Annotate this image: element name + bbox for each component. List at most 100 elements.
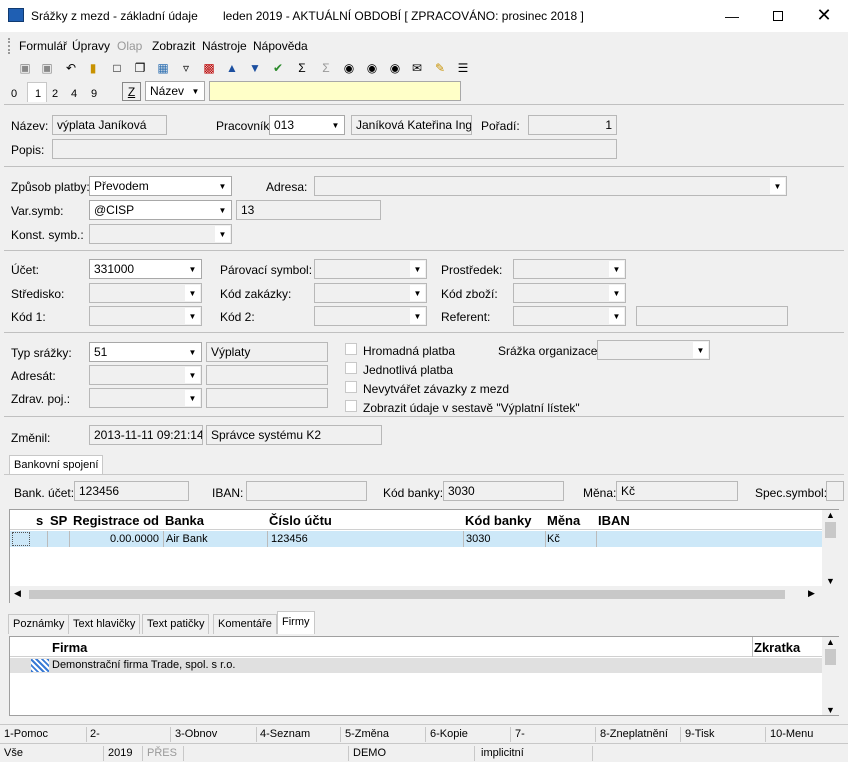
typ-srazky-select[interactable]: 51 ▼: [89, 342, 202, 362]
adresat-select[interactable]: ▼: [89, 365, 202, 385]
col-registrace-od[interactable]: Registrace od: [73, 513, 159, 528]
spec-symbol-field[interactable]: [826, 481, 844, 501]
top-tab-4[interactable]: 4: [71, 88, 77, 100]
tab-firmy[interactable]: Firmy: [277, 611, 315, 634]
col-iban[interactable]: IBAN: [598, 513, 630, 528]
menu-upravy[interactable]: Úpravy: [72, 39, 110, 53]
parovaci-symbol-select[interactable]: ▼: [314, 259, 427, 279]
bank-table-vscroll[interactable]: ▲ ▼: [822, 510, 839, 586]
zpusob-platby-select[interactable]: Převodem ▼: [89, 176, 232, 196]
nevytvaret-zavazky-checkbox[interactable]: [345, 381, 357, 393]
row-selector[interactable]: [12, 532, 30, 546]
sigma-disabled-icon[interactable]: Σ: [318, 60, 334, 76]
filter-icon[interactable]: ▿: [178, 60, 194, 76]
zobrazit-udaje-checkbox[interactable]: [345, 400, 357, 412]
filter-search-input[interactable]: [209, 81, 461, 101]
tab-text-paticky[interactable]: Text patičky: [142, 614, 210, 634]
poradi-field[interactable]: 1: [528, 115, 617, 135]
scroll-down-icon[interactable]: ▼: [822, 705, 839, 715]
fkey-7[interactable]: 7-: [515, 728, 525, 740]
table-row[interactable]: 0.00.0000 Air Bank 123456 3030 Kč: [10, 531, 822, 547]
bank-ucet-field[interactable]: 123456: [74, 481, 189, 501]
fkey-9[interactable]: 9-Tisk: [685, 728, 715, 740]
filter-document-icon[interactable]: ▩: [201, 60, 217, 76]
copy-icon[interactable]: ❐: [132, 60, 148, 76]
pracovnik-select[interactable]: 013 ▼: [269, 115, 345, 135]
filter-field-select[interactable]: Název ▼: [145, 81, 205, 101]
referent-select[interactable]: ▼: [513, 306, 626, 326]
arrow-down-icon[interactable]: ▼: [247, 60, 263, 76]
zdrav-poj-select[interactable]: ▼: [89, 388, 202, 408]
kod-banky-field[interactable]: 3030: [443, 481, 564, 501]
ucet-select[interactable]: 331000 ▼: [89, 259, 202, 279]
srazka-organizace-select[interactable]: ▼: [597, 340, 710, 360]
scroll-left-icon[interactable]: ◀: [14, 588, 21, 599]
fkey-8[interactable]: 8-Zneplatnění: [600, 728, 668, 740]
scroll-right-icon[interactable]: ▶: [808, 588, 815, 599]
menu-napoveda[interactable]: Nápověda: [253, 39, 308, 53]
col-mena[interactable]: Měna: [547, 513, 580, 528]
col-banka[interactable]: Banka: [165, 513, 204, 528]
top-tab-2[interactable]: 2: [52, 88, 58, 100]
tab-bankovni-spojeni[interactable]: Bankovní spojení: [9, 455, 104, 475]
scroll-down-icon[interactable]: ▼: [822, 576, 839, 586]
fkey-10[interactable]: 10-Menu: [770, 728, 813, 740]
save-as-icon[interactable]: ▣: [39, 60, 55, 76]
undo-icon[interactable]: ↶: [63, 60, 79, 76]
menu-formular[interactable]: Formulář: [19, 39, 67, 53]
sigma-icon[interactable]: Σ: [294, 60, 310, 76]
menu-olap[interactable]: Olap: [117, 39, 142, 53]
top-tab-1[interactable]: 1: [27, 82, 47, 102]
new-document-icon[interactable]: □: [109, 60, 125, 76]
stredisko-select[interactable]: ▼: [89, 283, 202, 303]
binoculars-edit-icon[interactable]: ◉: [387, 60, 403, 76]
fkey-3[interactable]: 3-Obnov: [175, 728, 217, 740]
col-firma[interactable]: Firma: [52, 640, 87, 655]
book-icon[interactable]: ▦: [155, 60, 171, 76]
kod2-select[interactable]: ▼: [314, 306, 427, 326]
scroll-thumb[interactable]: [29, 590, 785, 599]
z-button[interactable]: Z: [122, 82, 141, 101]
prostredek-select[interactable]: ▼: [513, 259, 626, 279]
top-tab-9[interactable]: 9: [91, 88, 97, 100]
tab-komentare[interactable]: Komentáře: [213, 614, 277, 634]
binoculars-next-icon[interactable]: ◉: [364, 60, 380, 76]
varsymb-select[interactable]: @CISP ▼: [89, 200, 232, 220]
fkey-4[interactable]: 4-Seznam: [260, 728, 310, 740]
close-button[interactable]: ✕: [801, 0, 847, 31]
col-s[interactable]: s: [36, 513, 43, 528]
scroll-thumb[interactable]: [825, 522, 836, 538]
fkey-2[interactable]: 2-: [90, 728, 100, 740]
fkey-5[interactable]: 5-Změna: [345, 728, 389, 740]
col-zkratka[interactable]: Zkratka: [754, 640, 800, 655]
note-pencil-icon[interactable]: ✎: [432, 60, 448, 76]
adresa-select[interactable]: ▼: [314, 176, 787, 196]
save-icon[interactable]: ▣: [17, 60, 33, 76]
maximize-button[interactable]: [755, 0, 801, 31]
arrow-up-icon[interactable]: ▲: [224, 60, 240, 76]
col-cislo-uctu[interactable]: Číslo účtu: [269, 513, 332, 528]
top-tab-0[interactable]: 0: [11, 88, 17, 100]
tab-poznamky[interactable]: Poznámky: [8, 614, 70, 634]
jednotliva-platba-checkbox[interactable]: [345, 362, 357, 374]
hamburger-menu-icon[interactable]: ☰: [455, 60, 471, 76]
binoculars-icon[interactable]: ◉: [341, 60, 357, 76]
kod1-select[interactable]: ▼: [89, 306, 202, 326]
tab-text-hlavicky[interactable]: Text hlavičky: [68, 614, 141, 634]
scroll-up-icon[interactable]: ▲: [822, 510, 839, 520]
table-row[interactable]: Demonstrační firma Trade, spol. s r.o.: [10, 658, 822, 673]
kod-zbozi-select[interactable]: ▼: [513, 283, 626, 303]
mail-icon[interactable]: ✉: [409, 60, 425, 76]
konst-symb-select[interactable]: ▼: [89, 224, 232, 244]
hromadna-platba-checkbox[interactable]: [345, 343, 357, 355]
nazev-field[interactable]: výplata Janíková: [52, 115, 167, 135]
col-sp[interactable]: SP: [50, 513, 67, 528]
scroll-thumb[interactable]: [825, 649, 836, 665]
menu-zobrazit[interactable]: Zobrazit: [152, 39, 195, 53]
fkey-1[interactable]: 1-Pomoc: [4, 728, 48, 740]
bank-table-hscroll[interactable]: ◀ ▶: [10, 586, 840, 603]
minimize-button[interactable]: —: [709, 0, 755, 31]
scroll-up-icon[interactable]: ▲: [822, 637, 839, 647]
kod-zakazky-select[interactable]: ▼: [314, 283, 427, 303]
open-folder-icon[interactable]: ▮: [85, 60, 101, 76]
